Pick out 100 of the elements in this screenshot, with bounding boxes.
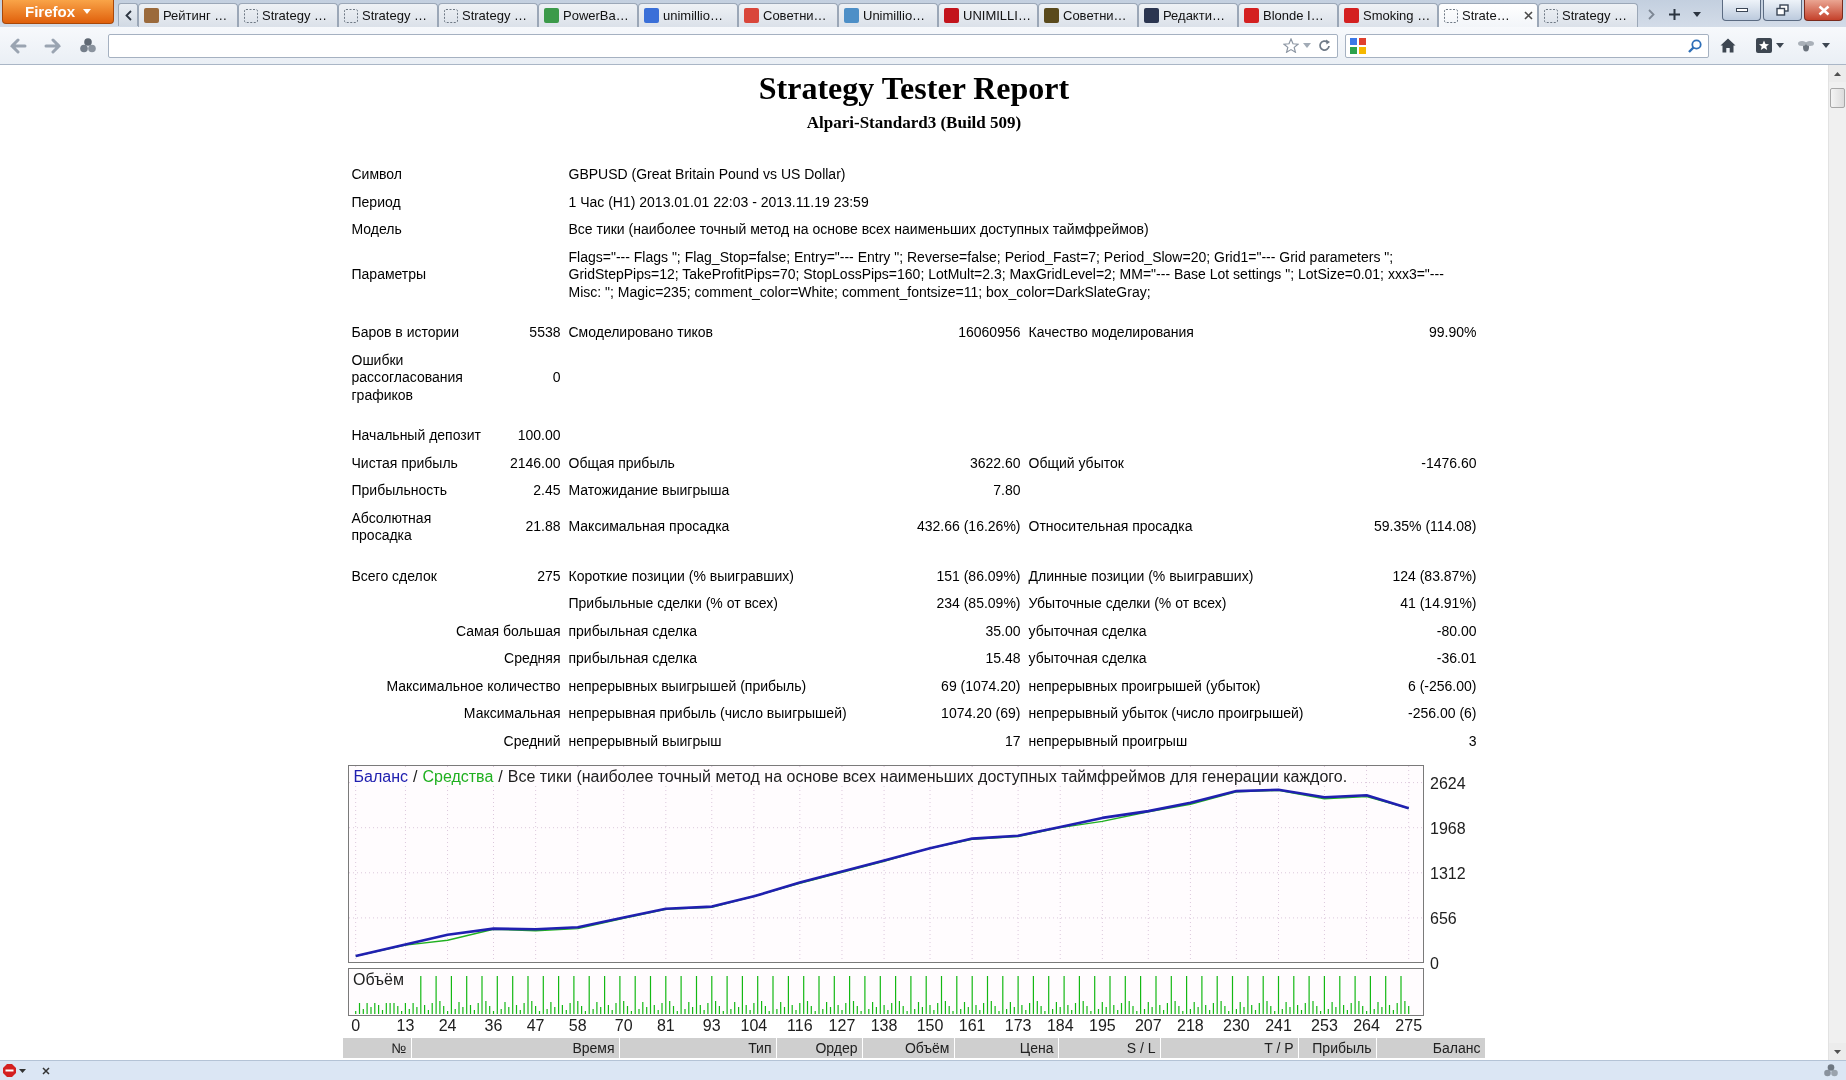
stat-value: 2146.00: [508, 453, 562, 473]
x-tick-label: 230: [1222, 1017, 1250, 1034]
caret-icon: [83, 9, 91, 14]
stat-label: непрерывных проигрышей (убыток): [1027, 676, 1262, 696]
stop-sign-icon[interactable]: [3, 1064, 16, 1077]
url-field[interactable]: [108, 33, 1338, 58]
y-tick-label: 2624: [1429, 774, 1466, 792]
stat-value: -80.00: [1435, 621, 1478, 641]
info-value: 1 Час (H1) 2013.01.01 22:03 - 2013.11.19 23:59: [567, 192, 870, 212]
caret-icon[interactable]: [19, 1068, 26, 1073]
close-icon[interactable]: [42, 1066, 50, 1075]
dashed-square-icon: [1544, 8, 1558, 23]
x-tick-label: 116: [786, 1017, 813, 1034]
stat-label: Общий убыток: [1027, 453, 1125, 473]
dashed-square-icon: [444, 8, 458, 23]
stat-label: Короткие позиции (% выигравших): [567, 566, 795, 586]
stat-value: 1074.20 (69): [940, 704, 1022, 723]
x-tick-label: 47: [526, 1017, 545, 1034]
stat-value: -1476.60: [1420, 453, 1478, 473]
column-header: Объём: [862, 1038, 954, 1058]
browser-tab[interactable]: unimillio…: [638, 3, 738, 27]
stat-value: 2.45: [532, 481, 562, 500]
x-tick-label: 161: [958, 1017, 985, 1034]
info-value: GBPUSD (Great Britain Pound vs US Dollar): [567, 165, 847, 184]
caret-icon[interactable]: [1822, 43, 1830, 48]
browser-tab[interactable]: Советни…: [1038, 3, 1138, 27]
bug-icon[interactable]: [1798, 39, 1814, 52]
stat-heading: Максимальное количество: [385, 676, 562, 696]
stat-value: 3622.60: [968, 453, 1022, 473]
legend-label: Баланс: [351, 767, 411, 786]
y-tick-label: 0: [1429, 955, 1439, 972]
browser-tab[interactable]: Strate…: [1438, 3, 1538, 27]
scroll-down-button[interactable]: [1829, 1043, 1846, 1060]
scroll-tabs-left-button[interactable]: [118, 3, 138, 26]
scroll-up-button[interactable]: [1829, 65, 1846, 82]
stat-value: -256.00 (6): [1407, 704, 1478, 723]
report-subtitle: Alpari-Standard3 (Build 509): [806, 112, 1022, 134]
info-value: Flags="--- Flags "; Flag_Stop=false; Entry="--- Entry "; Reverse=false; Period_Fast=7; Period_Slow=20; Grid1="--- Grid parameters "; GridStepPips=12; TakeProfitPips=70; StopLossPips=160; LotMult=2.3; MaxGridLevel=2; MM="--- Base Lot settings "; LotSize=0.01; xxx3="--- Misc: "; Magic=235; comment_color=White; comment_fontsize=11; box_color=DarkSlateGray;: [567, 247, 1445, 302]
browser-tab[interactable]: Рейтинг …: [138, 3, 238, 27]
stat-heading: Средняя: [503, 649, 562, 668]
restore-button[interactable]: [1763, 0, 1802, 21]
stat-label: убыточная сделка: [1027, 649, 1148, 668]
browser-tab[interactable]: PowerBa…: [538, 3, 638, 27]
bookmarks-menu-button[interactable]: [1756, 38, 1784, 53]
stat-value: -36.01: [1435, 649, 1478, 668]
browser-tab[interactable]: Blonde I…: [1238, 3, 1338, 27]
x-tick-label: 36: [484, 1017, 502, 1034]
browser-tab[interactable]: Strategy …: [238, 3, 338, 27]
chevron-left-icon: [124, 9, 132, 21]
stat-label: Общая прибыль: [567, 453, 676, 473]
stat-label: Баров в истории: [350, 323, 460, 342]
stat-label: прибыльная сделка: [567, 649, 699, 668]
stat-label: непрерывный проигрыш: [1027, 731, 1189, 751]
browser-tab[interactable]: Strategy …: [1538, 3, 1638, 27]
browser-tab[interactable]: Strategy …: [338, 3, 438, 27]
triangle-down-icon: [1834, 1049, 1841, 1054]
scrollbar-thumb[interactable]: [1830, 88, 1845, 108]
browser-tab[interactable]: Strategy …: [438, 3, 538, 27]
browser-tab[interactable]: Smoking …: [1338, 3, 1438, 27]
info-value: Все тики (наиболее точный метод на основе всех наименьших доступных таймфреймов): [567, 220, 1150, 239]
dashed-square-icon: [344, 8, 358, 23]
x-tick-label: 0: [350, 1017, 360, 1034]
dashed-square-icon: [1444, 8, 1458, 23]
y-tick-label: 1312: [1429, 864, 1466, 882]
search-icon[interactable]: [1688, 38, 1702, 53]
x-tick-label: 70: [614, 1017, 633, 1034]
stat-label: Ошибки рассогласования графиков: [350, 350, 464, 405]
search-field[interactable]: [1345, 33, 1709, 58]
stat-heading: Самая большая: [455, 621, 562, 641]
legend-separator: /: [496, 767, 506, 786]
close-button[interactable]: [1804, 0, 1843, 21]
stat-heading: Максимальная: [462, 704, 562, 723]
colored-squares-icon[interactable]: [1350, 37, 1366, 54]
stat-value: 6 (-256.00): [1407, 676, 1478, 696]
star-icon[interactable]: [1283, 38, 1299, 53]
x-tick-label: 58: [568, 1017, 587, 1034]
browser-tab[interactable]: Редакти…: [1138, 3, 1238, 27]
minimize-button[interactable]: [1722, 0, 1761, 21]
stat-value: 59.35% (114.08): [1373, 517, 1478, 537]
browser-tab[interactable]: Unimillio…: [838, 3, 938, 27]
x-tick-label: 81: [656, 1017, 675, 1034]
stat-value: 35.00: [984, 621, 1022, 641]
legend-separator: /: [410, 767, 421, 786]
reload-icon[interactable]: [1318, 39, 1331, 52]
dashed-square-icon: [244, 8, 258, 23]
browser-tab[interactable]: Советни…: [738, 3, 838, 27]
column-header: Цена: [954, 1038, 1058, 1058]
browser-tab[interactable]: UNIMILLI…: [938, 3, 1038, 27]
home-icon[interactable]: [1720, 38, 1736, 53]
report-title: Strategy Tester Report: [758, 69, 1070, 107]
y-tick-label: 1968: [1429, 819, 1466, 837]
close-icon: [1817, 4, 1830, 16]
circles-icon[interactable]: [80, 38, 96, 53]
restore-icon: [1776, 4, 1789, 16]
stat-label: Прибыльные сделки (% от всех): [567, 594, 779, 613]
stat-label: Начальный депозит: [350, 426, 482, 445]
close-icon[interactable]: [1524, 11, 1533, 20]
circles-icon[interactable]: [1824, 1064, 1838, 1077]
x-tick-label: 241: [1264, 1017, 1292, 1034]
stat-value: 275: [536, 566, 562, 586]
